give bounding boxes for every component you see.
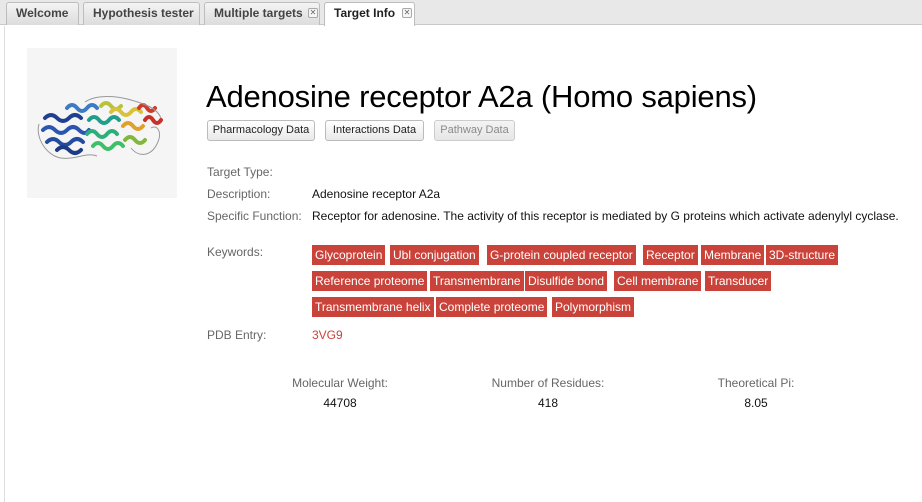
keyword-tag[interactable]: Transducer [705,271,772,291]
pharmacology-data-button[interactable]: Pharmacology Data [207,120,315,141]
molecular-weight-label: Molecular Weight: [292,376,388,390]
keyword-tag[interactable]: Polymorphism [552,297,635,317]
residues-value: 418 [537,396,559,410]
specific-function-value: Receptor for adenosine. The activity of … [312,209,899,223]
keyword-tag[interactable]: Receptor [643,245,698,265]
keyword-tag[interactable]: G-protein coupled receptor [487,245,636,265]
tab-welcome[interactable]: Welcome [6,2,79,25]
tab-label: Multiple targets [214,6,303,20]
interactions-data-button[interactable]: Interactions Data [325,120,424,141]
close-icon[interactable]: ✕ [308,8,318,18]
keyword-tag[interactable]: Reference proteome [312,271,428,291]
residues-label: Number of Residues: [491,376,605,390]
keyword-tag[interactable]: Disulfide bond [525,271,608,291]
tab-multiple-targets[interactable]: Multiple targets ✕ [204,2,320,25]
molecular-weight-value: 44708 [323,396,357,410]
pdb-entry-link[interactable]: 3VG9 [312,328,343,342]
description-label: Description: [207,187,271,201]
protein-structure-icon [27,48,177,198]
tab-label: Hypothesis tester [93,6,194,20]
pdb-entry-label: PDB Entry: [207,328,267,342]
keyword-tag[interactable]: Membrane [701,245,765,265]
tab-bar: Welcome Hypothesis tester Multiple targe… [0,0,922,26]
theoretical-pi-value: 8.05 [744,396,768,410]
theoretical-pi-label: Theoretical Pi: [717,376,795,390]
tab-label: Welcome [16,6,69,20]
specific-function-label: Specific Function: [207,209,302,223]
page-title: Adenosine receptor A2a (Homo sapiens) [206,79,757,114]
keyword-tag[interactable]: Ubl conjugation [390,245,479,265]
keywords-label: Keywords: [207,245,264,259]
pathway-data-button[interactable]: Pathway Data [434,120,515,141]
keyword-tag[interactable]: Glycoprotein [312,245,386,265]
tab-target-info[interactable]: Target Info ✕ [324,2,415,26]
keyword-tag[interactable]: Complete proteome [436,297,548,317]
description-value: Adenosine receptor A2a [312,187,441,201]
keyword-tag[interactable]: Transmembrane helix [312,297,434,317]
keyword-tag[interactable]: Cell membrane [614,271,702,291]
keyword-tag[interactable]: Transmembrane [430,271,524,291]
target-type-label: Target Type: [207,165,273,179]
keyword-tag[interactable]: 3D-structure [766,245,839,265]
tab-label: Target Info [334,6,396,20]
tab-hypothesis-tester[interactable]: Hypothesis tester [83,2,200,25]
close-icon[interactable]: ✕ [402,8,412,18]
